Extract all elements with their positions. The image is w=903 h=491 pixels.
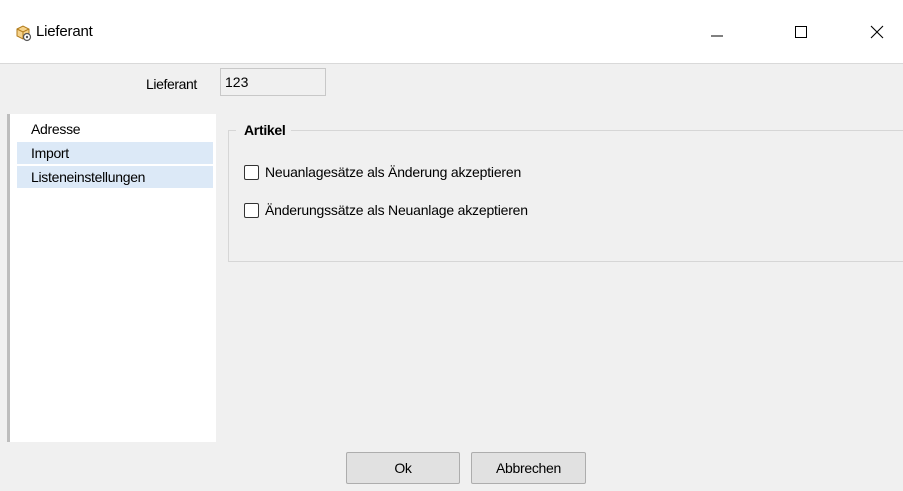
- checkbox-change-as-neuanlage[interactable]: [244, 202, 259, 218]
- artikel-group-title: Artikel: [236, 122, 292, 138]
- option-label: Änderungssätze als Neuanlage akzeptieren: [265, 202, 528, 218]
- title-bar: Lieferant: [0, 0, 903, 64]
- nav-item-import[interactable]: Import: [17, 142, 213, 164]
- option-change-as-neuanlage[interactable]: Änderungssätze als Neuanlage akzeptieren: [244, 202, 528, 218]
- option-neuanlage-as-change[interactable]: Neuanlagesätze als Änderung akzeptieren: [244, 164, 521, 180]
- supplier-label: Lieferant: [146, 76, 197, 92]
- minimize-button[interactable]: [690, 0, 744, 64]
- cancel-button[interactable]: Abbrechen: [471, 452, 586, 484]
- close-icon: [870, 25, 884, 39]
- ok-button[interactable]: Ok: [346, 452, 460, 484]
- nav-item-listeneinstellungen[interactable]: Listeneinstellungen: [17, 166, 213, 188]
- maximize-icon: [795, 26, 807, 38]
- window-title: Lieferant: [36, 23, 93, 40]
- supplier-gear-icon: [14, 24, 32, 42]
- checkbox-neuanlage-as-change[interactable]: [244, 164, 259, 180]
- close-button[interactable]: [850, 0, 903, 64]
- nav-item-adresse[interactable]: Adresse: [17, 118, 213, 140]
- supplier-number-field: 123: [220, 68, 326, 96]
- settings-nav-list: Adresse Import Listeneinstellungen: [7, 114, 216, 442]
- option-label: Neuanlagesätze als Änderung akzeptieren: [265, 164, 522, 180]
- artikel-group: [228, 130, 903, 262]
- minimize-icon: [711, 35, 723, 37]
- maximize-button[interactable]: [774, 0, 828, 64]
